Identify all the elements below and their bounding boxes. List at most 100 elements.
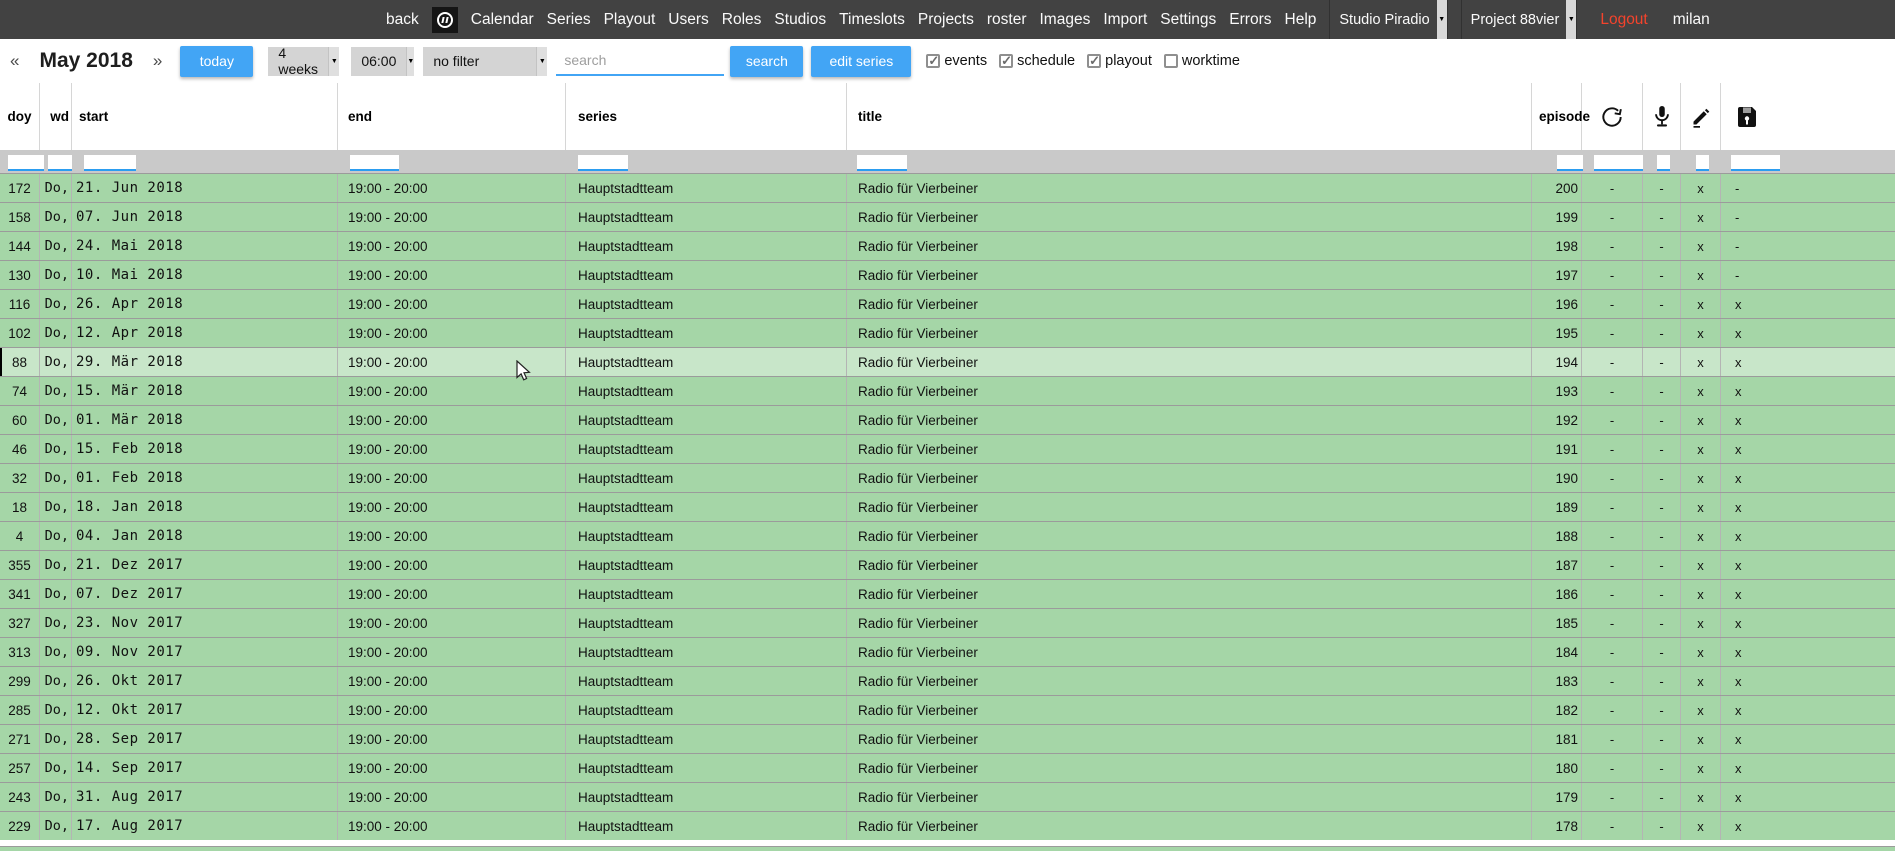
menubar-item-studios[interactable]: Studios: [774, 11, 826, 29]
table-row[interactable]: 74 Do, 15. Mär 2018 19:00 - 20:00 Haupts…: [0, 376, 1895, 405]
menubar-item-back[interactable]: back: [386, 11, 419, 29]
filter-input-save[interactable]: [1731, 155, 1780, 171]
cell-episode: 188: [1532, 522, 1582, 550]
filter-input-episode[interactable]: [1557, 155, 1583, 171]
column-header-start[interactable]: start: [72, 83, 338, 150]
range-select[interactable]: 4 weeks ▼: [268, 47, 339, 76]
checkbox-events[interactable]: events: [926, 53, 987, 69]
filter-input-series[interactable]: [578, 155, 628, 171]
cell-series: Hauptstadtteam: [566, 435, 847, 463]
column-header-end[interactable]: end: [338, 83, 566, 150]
menubar-item-images[interactable]: Images: [1040, 11, 1091, 29]
edit-series-button[interactable]: edit series: [811, 46, 911, 77]
checkbox-schedule[interactable]: schedule: [999, 53, 1075, 69]
checkbox-worktime[interactable]: worktime: [1164, 53, 1240, 69]
cell-save: -: [1721, 261, 1895, 289]
column-header-pencil[interactable]: [1681, 83, 1721, 150]
cell-episode: 192: [1532, 406, 1582, 434]
menubar-item-settings[interactable]: Settings: [1160, 11, 1216, 29]
table-row[interactable]: 243 Do, 31. Aug 2017 19:00 - 20:00 Haupt…: [0, 782, 1895, 811]
cell-wd: Do,: [40, 754, 72, 782]
menubar-item-errors[interactable]: Errors: [1229, 11, 1271, 29]
table-row[interactable]: 257 Do, 14. Sep 2017 19:00 - 20:00 Haupt…: [0, 753, 1895, 782]
cell-end-time: 19:00 - 20:00: [338, 290, 566, 318]
cell-repeat: -: [1582, 261, 1643, 289]
table-row[interactable]: 116 Do, 26. Apr 2018 19:00 - 20:00 Haupt…: [0, 289, 1895, 318]
menubar-item-roles[interactable]: Roles: [722, 11, 762, 29]
cell-microphone: -: [1643, 783, 1681, 811]
filter-input-repeat[interactable]: [1594, 155, 1643, 171]
menubar-item-series[interactable]: Series: [547, 11, 591, 29]
filter-input-pencil[interactable]: [1696, 155, 1709, 171]
studio-select[interactable]: Studio Piradio ▼: [1329, 0, 1447, 39]
chevron-down-icon: ▼: [406, 47, 414, 76]
menubar-item-help[interactable]: Help: [1285, 11, 1317, 29]
menubar-item-import[interactable]: Import: [1103, 11, 1147, 29]
column-header-doy[interactable]: doy: [0, 83, 40, 150]
filter-input-wd[interactable]: [48, 155, 72, 171]
table-row[interactable]: 172 Do, 21. Jun 2018 19:00 - 20:00 Haupt…: [0, 173, 1895, 202]
cell-save: x: [1721, 377, 1895, 405]
table-row[interactable]: 4 Do, 04. Jan 2018 19:00 - 20:00 Hauptst…: [0, 521, 1895, 550]
menubar-item-calendar[interactable]: Calendar: [471, 11, 534, 29]
table-row[interactable]: 299 Do, 26. Okt 2017 19:00 - 20:00 Haupt…: [0, 666, 1895, 695]
today-button[interactable]: today: [180, 46, 253, 77]
project-select[interactable]: Project 88vier ▼: [1461, 0, 1578, 39]
filter-input-title[interactable]: [857, 155, 907, 171]
cell-end-time: 19:00 - 20:00: [338, 174, 566, 202]
search-button[interactable]: search: [730, 46, 803, 77]
table-row[interactable]: 355 Do, 21. Dez 2017 19:00 - 20:00 Haupt…: [0, 550, 1895, 579]
table-row[interactable]: 46 Do, 15. Feb 2018 19:00 - 20:00 Haupts…: [0, 434, 1895, 463]
cell-wd: Do,: [40, 522, 72, 550]
filter-select[interactable]: no filter ▼: [423, 47, 547, 76]
table-row[interactable]: 130 Do, 10. Mai 2018 19:00 - 20:00 Haupt…: [0, 260, 1895, 289]
table-row[interactable]: 18 Do, 18. Jan 2018 19:00 - 20:00 Haupts…: [0, 492, 1895, 521]
menubar-item-roster[interactable]: roster: [987, 11, 1027, 29]
column-header-microphone[interactable]: [1643, 83, 1681, 150]
column-header-wd[interactable]: wd: [40, 83, 72, 150]
search-input[interactable]: [556, 46, 724, 76]
filter-input-start[interactable]: [84, 155, 136, 171]
filter-input-end[interactable]: [350, 155, 399, 171]
menubar-item-users[interactable]: Users: [668, 11, 708, 29]
cell-end-time: 19:00 - 20:00: [338, 232, 566, 260]
table-row[interactable]: 32 Do, 01. Feb 2018 19:00 - 20:00 Haupts…: [0, 463, 1895, 492]
table-row[interactable]: 88 Do, 29. Mär 2018 19:00 - 20:00 Haupts…: [0, 347, 1895, 376]
cell-repeat: -: [1582, 783, 1643, 811]
next-month-button[interactable]: »: [153, 51, 162, 71]
cell-wd: Do,: [40, 319, 72, 347]
table-row[interactable]: 158 Do, 07. Jun 2018 19:00 - 20:00 Haupt…: [0, 202, 1895, 231]
table-row[interactable]: 144 Do, 24. Mai 2018 19:00 - 20:00 Haupt…: [0, 231, 1895, 260]
column-header-series[interactable]: series: [566, 83, 847, 150]
column-header-title[interactable]: title: [847, 83, 1532, 150]
cell-doy: 32: [0, 464, 40, 492]
checkbox-playout[interactable]: playout: [1087, 53, 1152, 69]
column-header-episode[interactable]: episode: [1532, 83, 1582, 150]
table-row[interactable]: 60 Do, 01. Mär 2018 19:00 - 20:00 Haupts…: [0, 405, 1895, 434]
cell-end-time: 19:00 - 20:00: [338, 609, 566, 637]
table-row[interactable]: 341 Do, 07. Dez 2017 19:00 - 20:00 Haupt…: [0, 579, 1895, 608]
menubar-item-projects[interactable]: Projects: [918, 11, 974, 29]
cell-series: Hauptstadtteam: [566, 377, 847, 405]
table-row[interactable]: 285 Do, 12. Okt 2017 19:00 - 20:00 Haupt…: [0, 695, 1895, 724]
cell-title: Radio für Vierbeiner: [847, 348, 1532, 376]
logout-link[interactable]: Logout: [1600, 11, 1647, 29]
table-row[interactable]: 102 Do, 12. Apr 2018 19:00 - 20:00 Haupt…: [0, 318, 1895, 347]
time-select[interactable]: 06:00 ▼: [351, 47, 409, 76]
prev-month-button[interactable]: «: [10, 51, 19, 71]
table-row[interactable]: 271 Do, 28. Sep 2017 19:00 - 20:00 Haupt…: [0, 724, 1895, 753]
filter-input-microphone[interactable]: [1657, 155, 1670, 171]
checkbox-label: worktime: [1182, 53, 1240, 69]
table-row[interactable]: 229 Do, 17. Aug 2017 19:00 - 20:00 Haupt…: [0, 811, 1895, 840]
cell-microphone: -: [1643, 435, 1681, 463]
table-row[interactable]: 327 Do, 23. Nov 2017 19:00 - 20:00 Haupt…: [0, 608, 1895, 637]
menubar-item-timeslots[interactable]: Timeslots: [839, 11, 905, 29]
menubar-item-playout[interactable]: Playout: [604, 11, 656, 29]
column-header-repeat[interactable]: [1582, 83, 1643, 150]
menubar: back Calendar Series Playout Users Roles…: [0, 0, 1895, 39]
column-header-save[interactable]: [1721, 83, 1895, 150]
table-row[interactable]: 313 Do, 09. Nov 2017 19:00 - 20:00 Haupt…: [0, 637, 1895, 666]
cell-microphone: -: [1643, 725, 1681, 753]
filter-input-doy[interactable]: [8, 155, 44, 171]
chevron-down-icon: ▼: [1437, 0, 1447, 39]
